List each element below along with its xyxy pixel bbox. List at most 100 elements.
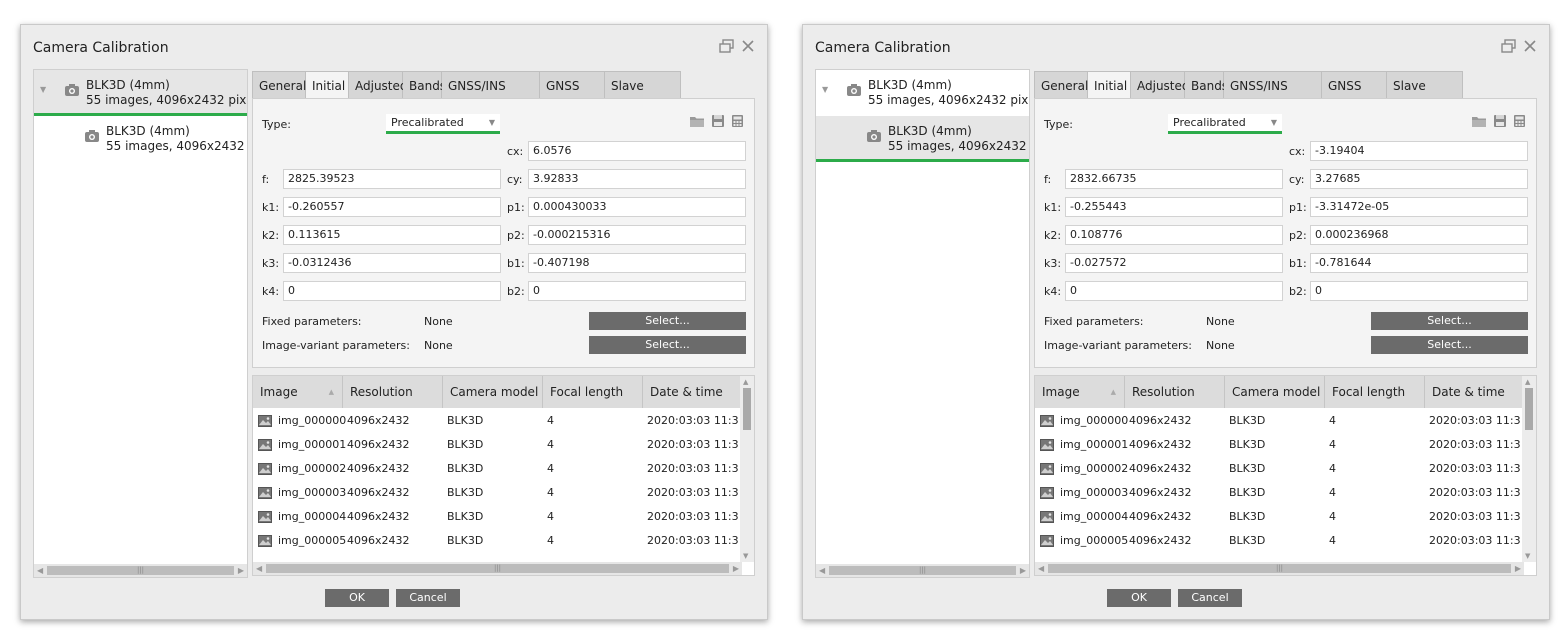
select-image-variant-parameters-button[interactable]: Select... (589, 336, 746, 354)
table-row[interactable]: img_000001 4096x2432 BLK3D 4 2020:03:03 11:3… (1035, 433, 1523, 457)
collapse-arrow-icon[interactable]: ▼ (40, 85, 46, 94)
calculator-icon[interactable] (731, 114, 744, 131)
table-vertical-scrollbar[interactable]: ▲ ▼ (1522, 376, 1536, 562)
param-field-p1[interactable]: -3.31472e-05 (1310, 197, 1528, 217)
tree-item-camera[interactable]: BLK3D (4mm) 55 images, 4096x2432 pix (816, 116, 1029, 162)
scroll-down-icon[interactable]: ▼ (1525, 552, 1530, 560)
select-fixed-parameters-button[interactable]: Select... (589, 312, 746, 330)
restore-window-icon[interactable] (1501, 39, 1517, 53)
collapse-arrow-icon[interactable]: ▼ (822, 85, 828, 94)
param-field-p2[interactable]: -0.000215316 (528, 225, 746, 245)
table-row[interactable]: img_000005 4096x2432 BLK3D 4 2020:03:03 11:3… (1035, 529, 1523, 553)
ok-button[interactable]: OK (325, 589, 389, 607)
table-row[interactable]: img_000003 4096x2432 BLK3D 4 2020:03:03 11:3… (1035, 481, 1523, 505)
column-header-focal-length[interactable]: Focal length (543, 376, 643, 408)
param-field-f[interactable]: 2825.39523 (283, 169, 501, 189)
tab-bands[interactable]: Bands (1185, 71, 1228, 99)
table-row[interactable]: img_000000 4096x2432 BLK3D 4 2020:03:03 11:3… (1035, 409, 1523, 433)
tab-gnss-bias[interactable]: GNSS Bias (1322, 71, 1387, 121)
save-icon[interactable] (711, 114, 725, 131)
table-row[interactable]: img_000004 4096x2432 BLK3D 4 2020:03:03 11:3… (1035, 505, 1523, 529)
column-header-camera-model[interactable]: Camera model (1225, 376, 1325, 408)
tree-item-camera-group[interactable]: ▼ BLK3D (4mm) 55 images, 4096x2432 pix (34, 70, 247, 116)
column-header-date-time[interactable]: Date & time (1425, 376, 1523, 408)
save-icon[interactable] (1493, 114, 1507, 131)
param-field-k2[interactable]: 0.108776 (1065, 225, 1283, 245)
param-field-cy[interactable]: 3.27685 (1310, 169, 1528, 189)
table-horizontal-scrollbar[interactable]: ◀ ||| ▶ (253, 562, 742, 575)
scroll-left-icon[interactable]: ◀ (819, 564, 825, 577)
param-field-p2[interactable]: 0.000236968 (1310, 225, 1528, 245)
param-field-k2[interactable]: 0.113615 (283, 225, 501, 245)
param-field-k3[interactable]: -0.027572 (1065, 253, 1283, 273)
restore-window-icon[interactable] (719, 39, 735, 53)
tree-item-camera-group[interactable]: ▼ BLK3D (4mm) 55 images, 4096x2432 pix (816, 70, 1029, 116)
table-row[interactable]: img_000002 4096x2432 BLK3D 4 2020:03:03 11:3… (253, 457, 741, 481)
column-header-image[interactable]: Image ▲ (253, 376, 343, 408)
tree-item-camera[interactable]: BLK3D (4mm) 55 images, 4096x2432 pix (34, 116, 247, 162)
tree-horizontal-scrollbar[interactable]: ◀ ||| ▶ (816, 564, 1029, 577)
param-field-k1[interactable]: -0.260557 (283, 197, 501, 217)
param-field-cx[interactable]: 6.0576 (528, 141, 746, 161)
param-field-b1[interactable]: -0.781644 (1310, 253, 1528, 273)
close-icon[interactable] (1523, 39, 1537, 53)
close-icon[interactable] (741, 39, 755, 53)
scroll-left-icon[interactable]: ◀ (37, 564, 43, 577)
tab-initial[interactable]: Initial (306, 71, 349, 99)
column-header-focal-length[interactable]: Focal length (1325, 376, 1425, 408)
tab-bands[interactable]: Bands (403, 71, 446, 99)
table-row[interactable]: img_000000 4096x2432 BLK3D 4 2020:03:03 11:3… (253, 409, 741, 433)
param-field-cy[interactable]: 3.92833 (528, 169, 746, 189)
tab-adjusted[interactable]: Adjusted (1131, 71, 1190, 99)
param-field-cx[interactable]: -3.19404 (1310, 141, 1528, 161)
column-header-image[interactable]: Image ▲ (1035, 376, 1125, 408)
column-header-date-time[interactable]: Date & time (643, 376, 741, 408)
tab-slave-offset[interactable]: Slave Offset (605, 71, 681, 121)
scroll-left-icon[interactable]: ◀ (1038, 562, 1044, 575)
cancel-button[interactable]: Cancel (1178, 589, 1242, 607)
tab-general[interactable]: General (1034, 71, 1088, 99)
tab-gnss-bias[interactable]: GNSS Bias (540, 71, 605, 121)
param-field-k4[interactable]: 0 (1065, 281, 1283, 301)
table-row[interactable]: img_000005 4096x2432 BLK3D 4 2020:03:03 11:3… (253, 529, 741, 553)
scroll-down-icon[interactable]: ▼ (743, 552, 748, 560)
scroll-right-icon[interactable]: ▶ (238, 564, 244, 577)
tab-gnss-ins-offset[interactable]: GNSS/INS Offset (1224, 71, 1322, 121)
param-field-b2[interactable]: 0 (528, 281, 746, 301)
ok-button[interactable]: OK (1107, 589, 1171, 607)
column-header-resolution[interactable]: Resolution (343, 376, 443, 408)
param-field-k1[interactable]: -0.255443 (1065, 197, 1283, 217)
scroll-up-icon[interactable]: ▲ (1525, 378, 1530, 386)
tab-general[interactable]: General (252, 71, 306, 99)
folder-icon[interactable] (1471, 114, 1487, 131)
table-row[interactable]: img_000003 4096x2432 BLK3D 4 2020:03:03 11:3… (253, 481, 741, 505)
param-field-b2[interactable]: 0 (1310, 281, 1528, 301)
param-field-f[interactable]: 2832.66735 (1065, 169, 1283, 189)
table-row[interactable]: img_000001 4096x2432 BLK3D 4 2020:03:03 11:3… (253, 433, 741, 457)
param-field-p1[interactable]: 0.000430033 (528, 197, 746, 217)
param-field-b1[interactable]: -0.407198 (528, 253, 746, 273)
scroll-right-icon[interactable]: ▶ (1515, 562, 1521, 575)
calculator-icon[interactable] (1513, 114, 1526, 131)
table-row[interactable]: img_000002 4096x2432 BLK3D 4 2020:03:03 11:3… (1035, 457, 1523, 481)
select-fixed-parameters-button[interactable]: Select... (1371, 312, 1528, 330)
param-field-k3[interactable]: -0.0312436 (283, 253, 501, 273)
scroll-right-icon[interactable]: ▶ (733, 562, 739, 575)
scroll-left-icon[interactable]: ◀ (256, 562, 262, 575)
folder-icon[interactable] (689, 114, 705, 131)
tree-horizontal-scrollbar[interactable]: ◀ ||| ▶ (34, 564, 247, 577)
table-row[interactable]: img_000004 4096x2432 BLK3D 4 2020:03:03 11:3… (253, 505, 741, 529)
scroll-right-icon[interactable]: ▶ (1020, 564, 1026, 577)
param-field-k4[interactable]: 0 (283, 281, 501, 301)
tab-initial[interactable]: Initial (1088, 71, 1131, 99)
type-dropdown[interactable]: Precalibrated ▼ (386, 114, 500, 134)
scroll-up-icon[interactable]: ▲ (743, 378, 748, 386)
tab-adjusted[interactable]: Adjusted (349, 71, 408, 99)
table-horizontal-scrollbar[interactable]: ◀ ||| ▶ (1035, 562, 1524, 575)
tab-slave-offset[interactable]: Slave Offset (1387, 71, 1463, 121)
column-header-camera-model[interactable]: Camera model (443, 376, 543, 408)
scrollbar-thumb[interactable] (743, 388, 751, 430)
tab-gnss-ins-offset[interactable]: GNSS/INS Offset (442, 71, 540, 121)
scrollbar-thumb[interactable] (1525, 388, 1533, 430)
select-image-variant-parameters-button[interactable]: Select... (1371, 336, 1528, 354)
